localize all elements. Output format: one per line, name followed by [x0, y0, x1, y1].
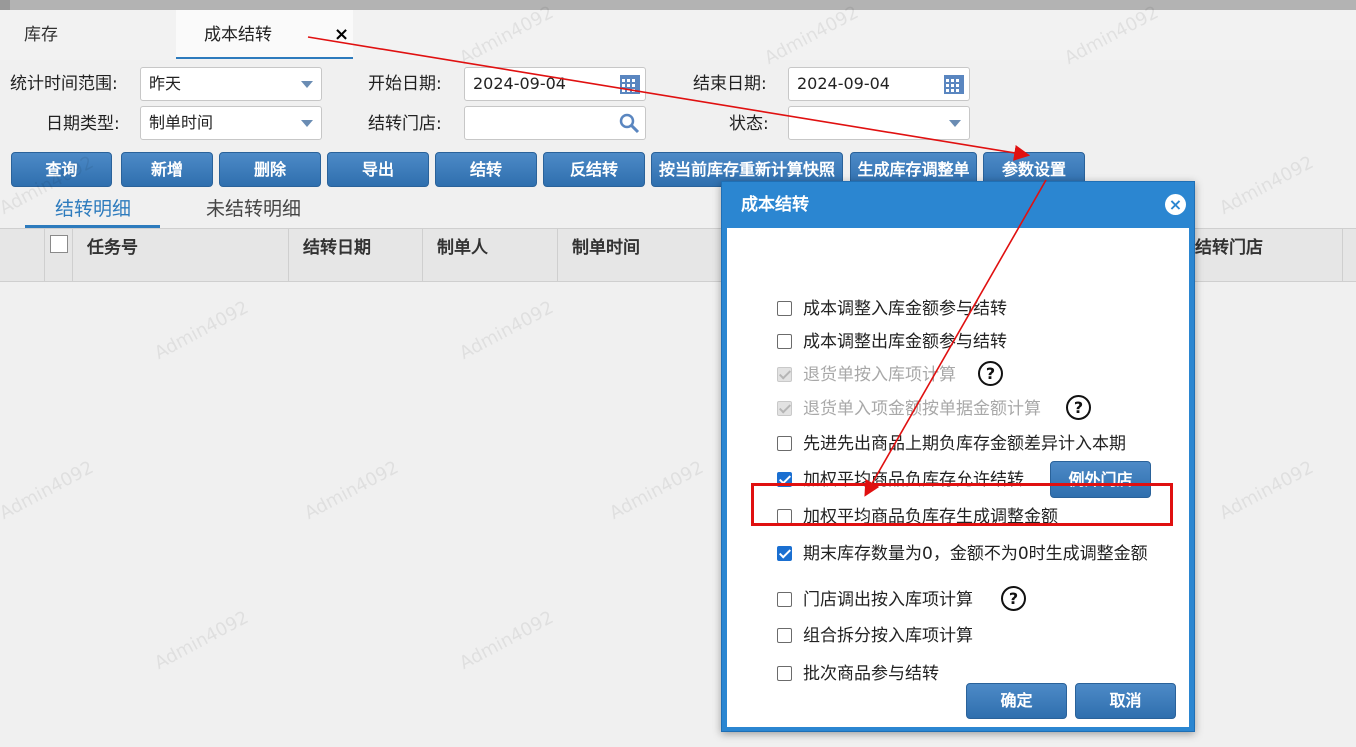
watermark: Admin4092: [301, 457, 403, 524]
end-date-field[interactable]: 2024-09-04: [788, 67, 970, 101]
watermark: Admin4092: [151, 607, 253, 674]
help-icon[interactable]: ?: [978, 361, 1003, 386]
calendar-icon[interactable]: [619, 73, 641, 95]
close-icon[interactable]: ×: [1165, 194, 1186, 215]
column-carryover-date[interactable]: 结转日期: [288, 229, 422, 281]
select-all-cell: [44, 229, 72, 281]
tab-cost-carryover-label: 成本结转: [204, 25, 272, 45]
checkbox[interactable]: [777, 546, 792, 561]
option-label: 退货单按入库项计算: [803, 365, 956, 385]
close-icon[interactable]: ×: [334, 10, 349, 60]
option-label: 成本调整入库金额参与结转: [803, 299, 1007, 319]
start-date-label: 开始日期:: [368, 74, 442, 94]
query-button[interactable]: 查询: [11, 152, 112, 187]
date-type-label: 日期类型:: [46, 114, 120, 134]
watermark: Admin4092: [456, 297, 558, 364]
column-carryover-store[interactable]: 结转门店: [1180, 229, 1342, 281]
watermark: Admin4092: [1216, 457, 1318, 524]
end-date-value: 2024-09-04: [797, 74, 890, 93]
column-task-no[interactable]: 任务号: [72, 229, 288, 281]
checkbox: [777, 367, 792, 382]
option-label: 成本调整出库金额参与结转: [803, 332, 1007, 352]
add-button[interactable]: 新增: [121, 152, 213, 187]
chevron-down-icon: [949, 120, 961, 127]
option-label: 门店调出按入库项计算: [803, 590, 973, 610]
watermark: Admin4092: [1216, 152, 1318, 219]
option-label: 先进先出商品上期负库存金额差异计入本期: [803, 434, 1126, 454]
range-label: 统计时间范围:: [10, 74, 118, 94]
date-type-value: 制单时间: [149, 113, 214, 132]
checkbox: [777, 401, 792, 416]
column-creator[interactable]: 制单人: [422, 229, 557, 281]
checkbox[interactable]: [777, 628, 792, 643]
watermark: Admin4092: [151, 297, 253, 364]
option-label: 期末库存数量为0，金额不为0时生成调整金额: [803, 544, 1148, 564]
column-create-time[interactable]: 制单时间: [557, 229, 727, 281]
checkbox[interactable]: [777, 301, 792, 316]
watermark: Admin4092: [0, 457, 98, 524]
status-select[interactable]: [788, 106, 970, 140]
tab-inventory[interactable]: 库存: [24, 10, 58, 59]
range-select-value: 昨天: [149, 74, 182, 93]
chevron-down-icon: [301, 120, 313, 127]
start-date-value: 2024-09-04: [473, 74, 566, 93]
ok-button[interactable]: 确定: [966, 683, 1067, 719]
option-label: 批次商品参与结转: [803, 664, 939, 684]
subtab-detail[interactable]: 结转明细: [25, 195, 160, 228]
search-icon[interactable]: [618, 112, 640, 134]
status-label: 状态:: [729, 114, 769, 134]
start-date-field[interactable]: 2024-09-04: [464, 67, 646, 101]
checkbox[interactable]: [777, 436, 792, 451]
tab-cost-carryover[interactable]: 成本结转 ×: [176, 10, 353, 59]
store-field[interactable]: [464, 106, 646, 140]
date-type-select[interactable]: 制单时间: [140, 106, 322, 140]
top-strip: [0, 0, 1356, 10]
tab-bar: 库存 成本结转 ×: [0, 10, 1356, 60]
dialog-body: 成本调整入库金额参与结转 成本调整出库金额参与结转 退货单按入库项计算 ? 退货…: [727, 228, 1189, 727]
help-icon[interactable]: ?: [1001, 586, 1026, 611]
watermark: Admin4092: [606, 457, 708, 524]
store-label: 结转门店:: [368, 114, 442, 134]
top-strip-cap: [0, 0, 10, 10]
export-button[interactable]: 导出: [327, 152, 429, 187]
chevron-down-icon: [301, 81, 313, 88]
subtab-not-carried[interactable]: 未结转明细: [206, 195, 301, 228]
highlight-box: [751, 483, 1173, 526]
carryover-button[interactable]: 结转: [435, 152, 537, 187]
cancel-button[interactable]: 取消: [1075, 683, 1176, 719]
help-icon[interactable]: ?: [1066, 395, 1091, 420]
watermark: Admin4092: [456, 607, 558, 674]
cost-carryover-dialog: 成本结转 × 成本调整入库金额参与结转 成本调整出库金额参与结转 退货单按入库项…: [721, 181, 1195, 732]
option-label: 组合拆分按入库项计算: [803, 626, 973, 646]
checkbox[interactable]: [777, 666, 792, 681]
checkbox[interactable]: [777, 592, 792, 607]
dialog-title: 成本结转: [741, 195, 809, 215]
option-label: 退货单入项金额按单据金额计算: [803, 399, 1041, 419]
select-all-checkbox[interactable]: [50, 235, 68, 253]
range-select[interactable]: 昨天: [140, 67, 322, 101]
delete-button[interactable]: 删除: [219, 152, 321, 187]
calendar-icon[interactable]: [943, 73, 965, 95]
column-extra: [1342, 229, 1356, 281]
reverse-carryover-button[interactable]: 反结转: [543, 152, 645, 187]
end-date-label: 结束日期:: [693, 74, 767, 94]
checkbox[interactable]: [777, 334, 792, 349]
